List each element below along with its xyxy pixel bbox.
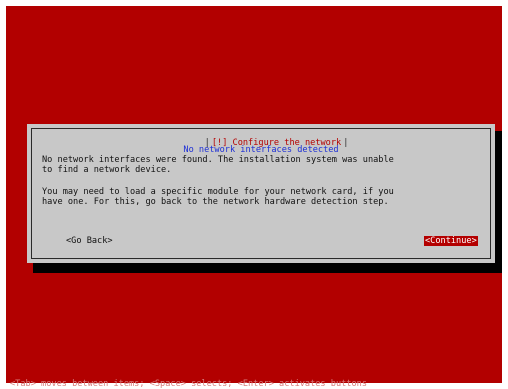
continue-button[interactable]: <Continue> — [424, 236, 478, 246]
dialog-text-line-1: No network interfaces were found. The in… — [42, 155, 394, 165]
go-back-button[interactable]: <Go Back> — [66, 236, 113, 246]
footer-help-text: <Tab> moves between items; <Space> selec… — [10, 379, 367, 389]
dialog-text-line-4: have one. For this, go back to the netwo… — [42, 197, 389, 207]
configure-network-dialog: | [!] Configure the network | No network i… — [27, 124, 495, 263]
dialog-subtitle: No network interfaces detected — [183, 145, 339, 155]
dialog-text-line-3: You may need to load a specific module f… — [42, 187, 394, 197]
dialog-frame: | [!] Configure the network | No network i… — [31, 128, 491, 259]
dialog-text-line-2: to find a network device. — [42, 165, 172, 175]
